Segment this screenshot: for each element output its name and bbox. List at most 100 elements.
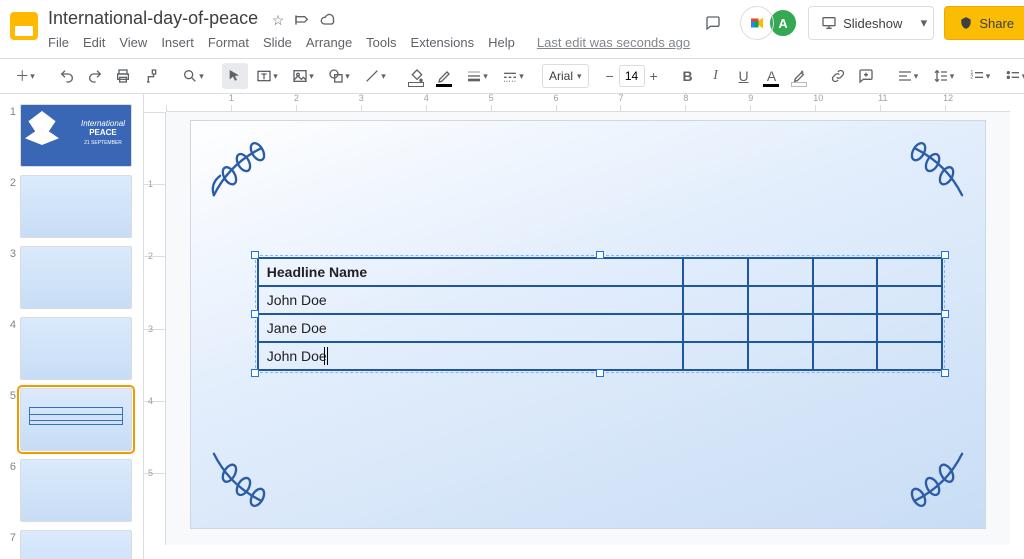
app-icon[interactable] [10,8,38,44]
border-weight-button[interactable]: ▾ [460,63,494,89]
cloud-status-icon[interactable] [320,12,336,29]
table-cell[interactable]: Jane Doe [258,314,683,342]
table-cell[interactable] [683,258,748,286]
font-size-increase[interactable]: + [645,65,663,87]
table-cell[interactable] [748,314,813,342]
slideshow-button[interactable]: Slideshow [808,6,914,40]
table-cell[interactable] [813,286,878,314]
slide-thumb-row[interactable]: 7 [0,526,143,559]
menu-tools[interactable]: Tools [360,33,402,52]
menu-extensions[interactable]: Extensions [405,33,481,52]
document-title[interactable]: International-day-of-peace [42,6,264,31]
table-cell[interactable] [683,286,748,314]
resize-handle-s-icon[interactable] [596,369,604,377]
print-button[interactable] [110,63,136,89]
menu-insert[interactable]: Insert [155,33,200,52]
font-size-input[interactable] [619,65,645,87]
table-cell[interactable] [748,342,813,370]
bulleted-list-button[interactable]: ▾ [999,63,1024,89]
align-button[interactable]: ▾ [891,63,925,89]
share-button[interactable]: Share [944,6,1024,40]
table-cell[interactable] [813,342,878,370]
menu-slide[interactable]: Slide [257,33,298,52]
slide-viewport[interactable]: Headline NameJohn DoeJane DoeJohn Doe [166,112,1010,545]
text-color-button[interactable]: A [759,63,785,89]
table-cell[interactable] [813,258,878,286]
table-cell[interactable]: Headline Name [258,258,683,286]
comment-history-button[interactable] [696,6,730,40]
menu-help[interactable]: Help [482,33,521,52]
highlight-color-button[interactable] [787,63,813,89]
menu-file[interactable]: File [42,33,75,52]
shape-tool[interactable]: ▾ [322,63,356,89]
slide-thumb-row[interactable]: 2 [0,171,143,242]
slide-thumbnail[interactable] [20,530,132,559]
table-cell[interactable] [748,258,813,286]
fill-color-button[interactable] [404,63,430,89]
select-tool[interactable] [222,63,248,89]
star-icon[interactable]: ☆ [272,12,285,29]
ruler-vertical[interactable]: 12345 [144,112,166,545]
border-color-button[interactable] [432,63,458,89]
resize-handle-se-icon[interactable] [941,369,949,377]
numbered-list-button[interactable]: 12▾ [963,63,997,89]
slide-thumb-row[interactable]: 4 [0,313,143,384]
resize-handle-ne-icon[interactable] [941,251,949,259]
undo-button[interactable] [54,63,80,89]
slide-thumb-row[interactable]: 6 [0,455,143,526]
resize-handle-e-icon[interactable] [941,310,949,318]
table-cell[interactable]: John Doe [258,286,683,314]
slideshow-dropdown[interactable]: ▾ [914,6,934,40]
menu-arrange[interactable]: Arrange [300,33,358,52]
line-spacing-button[interactable]: ▾ [927,63,961,89]
border-dash-button[interactable]: ▾ [496,63,530,89]
resize-handle-w-icon[interactable] [251,310,259,318]
resize-handle-n-icon[interactable] [596,251,604,259]
meet-button[interactable] [740,6,774,40]
filmstrip[interactable]: 1InternationalPEACE21 SEPTEMBER2345678 [0,94,144,559]
table-cell[interactable]: John Doe [258,342,683,370]
new-slide-button[interactable]: ＋▾ [8,63,42,89]
slide-canvas[interactable]: Headline NameJohn DoeJane DoeJohn Doe [191,121,984,528]
resize-handle-sw-icon[interactable] [251,369,259,377]
bold-button[interactable]: B [675,63,701,89]
move-icon[interactable] [294,12,310,29]
add-comment-button[interactable] [853,63,879,89]
table-cell[interactable] [877,258,942,286]
table-selection-box[interactable]: Headline NameJohn DoeJane DoeJohn Doe [255,255,945,373]
last-edit-link[interactable]: Last edit was seconds ago [531,33,696,52]
slide-thumbnail[interactable]: InternationalPEACE21 SEPTEMBER [20,104,132,167]
menu-format[interactable]: Format [202,33,255,52]
resize-handle-nw-icon[interactable] [251,251,259,259]
table-cell[interactable] [877,342,942,370]
zoom-button[interactable]: ▾ [176,63,210,89]
menu-view[interactable]: View [113,33,153,52]
image-tool[interactable]: ▾ [286,63,320,89]
redo-button[interactable] [82,63,108,89]
slide-thumbnail[interactable] [20,175,132,238]
paint-format-button[interactable] [138,63,164,89]
slide-thumbnail[interactable] [20,246,132,309]
slide-thumb-row[interactable]: 5 [0,384,143,455]
insert-link-button[interactable] [825,63,851,89]
line-tool[interactable]: ▾ [358,63,392,89]
table-cell[interactable] [813,314,878,342]
italic-button[interactable]: I [703,63,729,89]
slide-thumb-row[interactable]: 3 [0,242,143,313]
slide-thumbnail[interactable] [20,388,132,451]
ruler-horizontal[interactable]: 123456789101112 [166,94,1010,112]
slide-table[interactable]: Headline NameJohn DoeJane DoeJohn Doe [257,257,943,371]
menu-edit[interactable]: Edit [77,33,111,52]
table-cell[interactable] [683,314,748,342]
textbox-tool[interactable]: ▾ [250,63,284,89]
font-size-decrease[interactable]: − [601,65,619,87]
table-cell[interactable] [877,314,942,342]
table-cell[interactable] [683,342,748,370]
font-family-select[interactable]: Arial ▾ [542,64,589,88]
slide-thumb-row[interactable]: 1InternationalPEACE21 SEPTEMBER [0,100,143,171]
table-cell[interactable] [877,286,942,314]
underline-button[interactable]: U [731,63,757,89]
slide-thumbnail[interactable] [20,459,132,522]
table-cell[interactable] [748,286,813,314]
slide-thumbnail[interactable] [20,317,132,380]
